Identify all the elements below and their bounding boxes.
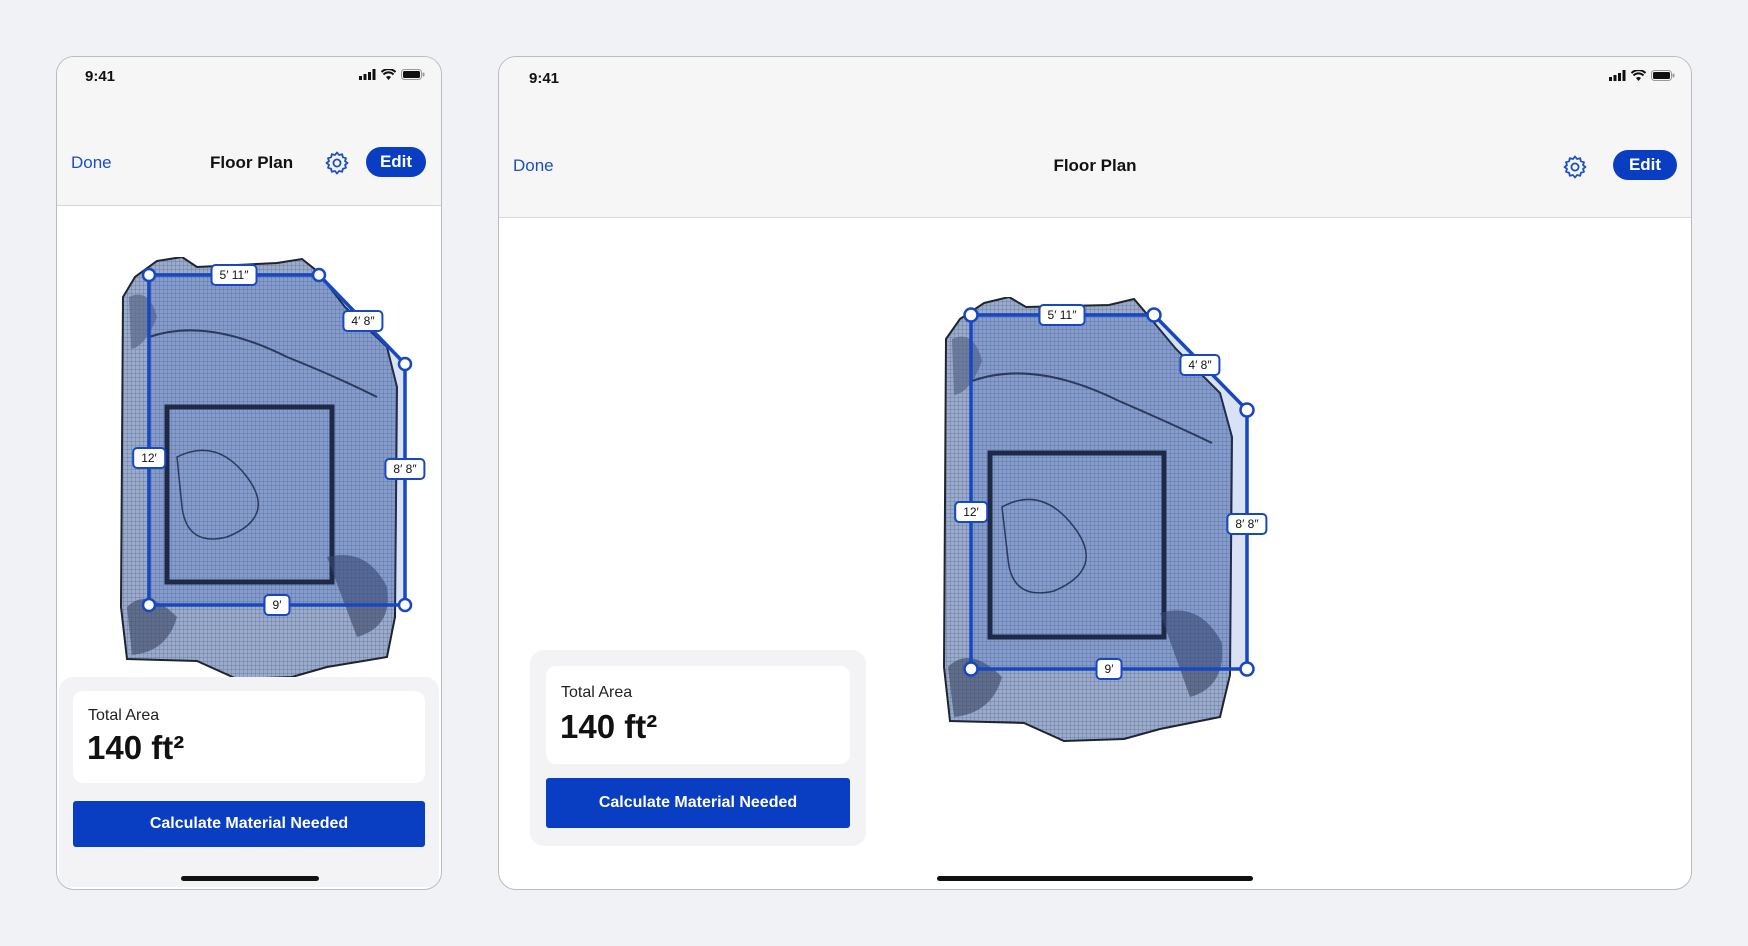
wifi-icon [381,69,396,80]
edit-button[interactable]: Edit [1613,150,1677,180]
measurement-bottom[interactable]: 9′ [1095,658,1123,680]
settings-gear-icon[interactable] [1563,155,1587,179]
status-time: 9:41 [85,68,116,85]
measurement-left[interactable]: 12′ [954,501,988,523]
battery-icon [401,69,425,80]
total-area-card: Total Area 140 ft² [73,691,425,783]
signal-icon [359,69,376,80]
wifi-icon [1631,70,1646,81]
home-indicator[interactable] [937,876,1253,881]
done-button[interactable]: Done [71,153,112,173]
status-time: 9:41 [529,70,560,87]
total-area-label: Total Area [88,707,160,724]
system-indicators [1609,70,1675,81]
floor-plan-scan: 5′ 11″ 4′ 8″ 12′ 8′ 8″ 9′ [87,255,437,697]
settings-gear-icon[interactable] [325,151,349,175]
calculate-material-button[interactable]: Calculate Material Needed [73,801,425,847]
measurement-top[interactable]: 5′ 11″ [210,264,258,286]
summary-panel: Total Area 140 ft² Calculate Material Ne… [530,650,866,846]
floor-plan-scan: 5′ 11″ 4′ 8″ 12′ 8′ 8″ 9′ [914,295,1268,757]
summary-panel: Total Area 140 ft² Calculate Material Ne… [59,677,439,887]
calculate-material-button[interactable]: Calculate Material Needed [546,778,850,828]
page-title: Floor Plan [1053,156,1137,175]
measurement-left[interactable]: 12′ [132,447,166,469]
measurement-diagonal[interactable]: 4′ 8″ [1179,354,1221,376]
signal-icon [1609,70,1626,81]
measurement-diagonal[interactable]: 4′ 8″ [342,310,384,332]
status-bar: 9:41 [499,57,1691,107]
battery-icon [1651,70,1675,81]
system-indicators [359,69,425,80]
status-bar: 9:41 [57,57,441,107]
total-area-value: 140 ft² [560,708,658,745]
page-title: Floor Plan [210,153,294,172]
measurement-bottom[interactable]: 9′ [263,594,291,616]
total-area-card: Total Area 140 ft² [546,666,850,764]
tablet-screen: 9:41 Done Floor Plan Edit 5′ 11″ 4′ 8″ 1… [498,56,1692,890]
total-area-value: 140 ft² [87,729,185,766]
phone-screen: 9:41 Done Floor Plan Edit 5′ 11″ 4′ 8″ 1… [56,56,442,890]
edit-button[interactable]: Edit [366,147,426,177]
navigation-bar: Done Floor Plan Edit [57,107,441,206]
home-indicator[interactable] [181,876,319,881]
measurement-right[interactable]: 8′ 8″ [384,458,426,480]
navigation-bar: Done Floor Plan Edit [499,107,1691,218]
total-area-label: Total Area [561,684,633,701]
measurement-right[interactable]: 8′ 8″ [1226,513,1268,535]
measurement-top[interactable]: 5′ 11″ [1038,304,1086,326]
